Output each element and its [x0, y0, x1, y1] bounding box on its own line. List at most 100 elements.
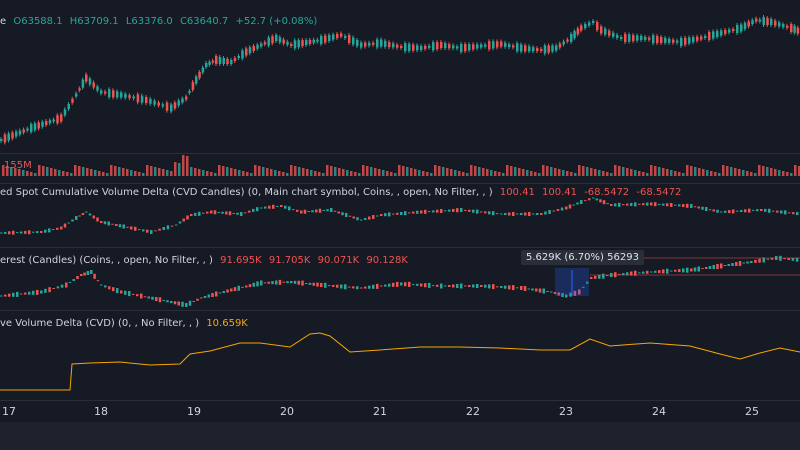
- volume-bar: [630, 169, 633, 176]
- cvd-spot-candle: [642, 203, 645, 206]
- open-value: O63588.1: [13, 16, 63, 27]
- oi-candle: [384, 284, 387, 287]
- candle-body: [432, 42, 435, 51]
- candle-body: [504, 42, 507, 47]
- volume-bar: [298, 167, 301, 176]
- oi-candle: [340, 284, 343, 289]
- candle-body: [297, 40, 300, 48]
- candle-body: [108, 89, 111, 98]
- pane-separator[interactable]: [0, 310, 800, 311]
- oi-candle: [56, 286, 60, 289]
- volume-bar: [58, 170, 61, 176]
- oi-title: erest (Candles) (Coins, , open, No Filte…: [0, 255, 213, 266]
- time-axis[interactable]: 17 18 19 20 21 22 23 24 25: [0, 400, 800, 423]
- candle-body: [573, 31, 576, 39]
- volume-bar: [166, 170, 169, 176]
- candle-body: [728, 29, 731, 33]
- candle-body: [600, 26, 603, 34]
- cvd-spot-candle: [32, 231, 35, 233]
- volume-bar: [154, 167, 157, 176]
- candle-body: [252, 46, 255, 51]
- cvd-spot-candle: [202, 212, 205, 214]
- volume-bar: [314, 171, 317, 176]
- oi-candle: [312, 282, 315, 286]
- oi-candle: [738, 261, 742, 266]
- volume-bar: [550, 167, 553, 176]
- volume-bar: [310, 170, 313, 176]
- oi-candle: [542, 288, 545, 294]
- oi-candle: [396, 281, 399, 287]
- candle-body: [112, 90, 115, 98]
- oi-candle: [332, 284, 335, 287]
- cvd-spot-candle: [276, 205, 279, 207]
- volume-bar: [330, 166, 333, 176]
- volume-bar: [130, 170, 133, 176]
- cvd-spot-candle: [252, 208, 255, 212]
- volume-bar: [598, 170, 601, 176]
- oi-candle: [68, 282, 72, 283]
- candle-body: [340, 33, 343, 37]
- oi-candle: [286, 281, 289, 284]
- candle-body: [652, 35, 655, 44]
- candle-body: [668, 38, 671, 43]
- chart-canvas[interactable]: [0, 0, 800, 450]
- oi-candle: [320, 283, 323, 287]
- pane-separator[interactable]: [0, 247, 800, 248]
- volume-bar: [574, 173, 577, 176]
- oi-candle: [226, 289, 229, 293]
- oi-candle: [293, 280, 297, 284]
- candle-body: [173, 102, 177, 109]
- volume-bar: [102, 172, 105, 176]
- cvd-spot-candle: [476, 209, 479, 214]
- cvd-spot-candle: [697, 206, 700, 209]
- candle-body: [688, 37, 691, 44]
- volume-bar: [450, 169, 453, 176]
- oi-candle: [200, 297, 203, 299]
- pane-separator[interactable]: [0, 183, 800, 184]
- oi-candle: [693, 267, 697, 272]
- cvd-spot-candle: [701, 206, 704, 210]
- cvd-spot-candle: [272, 204, 275, 209]
- candle-body: [15, 131, 18, 137]
- candle-body: [308, 39, 312, 44]
- oi-candle: [248, 284, 252, 288]
- volume-bar: [150, 166, 153, 176]
- candle-body: [712, 31, 715, 39]
- candle-body: [71, 98, 74, 103]
- oi-candle: [444, 285, 447, 287]
- oi-candle: [638, 272, 641, 274]
- volume-bar: [578, 165, 581, 176]
- oi-candle: [230, 288, 233, 292]
- cvd-spot-candle: [728, 210, 731, 214]
- cvd-spot-candle: [740, 210, 743, 212]
- oi-candle: [650, 271, 653, 273]
- candle-body: [755, 18, 758, 22]
- volume-bar: [394, 173, 397, 176]
- cvd-spot-candle: [368, 216, 371, 220]
- candle-body: [271, 36, 274, 44]
- cvd-spot-candle: [122, 224, 125, 229]
- pane-separator[interactable]: [0, 153, 800, 154]
- volume-bar: [562, 170, 565, 176]
- oi-candle: [670, 270, 673, 272]
- volume-bar: [638, 171, 641, 176]
- candle-body: [88, 78, 92, 85]
- cvd-spot-candle: [210, 210, 213, 214]
- cvd-spot-candle: [424, 209, 427, 214]
- cvd-spot-candle: [248, 210, 251, 213]
- oi-candle: [352, 286, 355, 289]
- cvd-spot-candle: [292, 209, 295, 211]
- volume-bar: [230, 168, 233, 176]
- oi-candle: [448, 285, 451, 287]
- volume-bar: [214, 173, 217, 176]
- oi-candle: [654, 270, 657, 273]
- oi-candle: [356, 286, 359, 290]
- cvd-spot-candle: [322, 210, 325, 211]
- oi-candle: [420, 283, 423, 287]
- oi-candle: [60, 284, 64, 288]
- oi-candle: [527, 288, 530, 290]
- oi-candle: [690, 268, 693, 272]
- volume-bar: [286, 173, 289, 176]
- candle-body: [592, 21, 595, 23]
- cvd-spot-candle: [100, 221, 103, 223]
